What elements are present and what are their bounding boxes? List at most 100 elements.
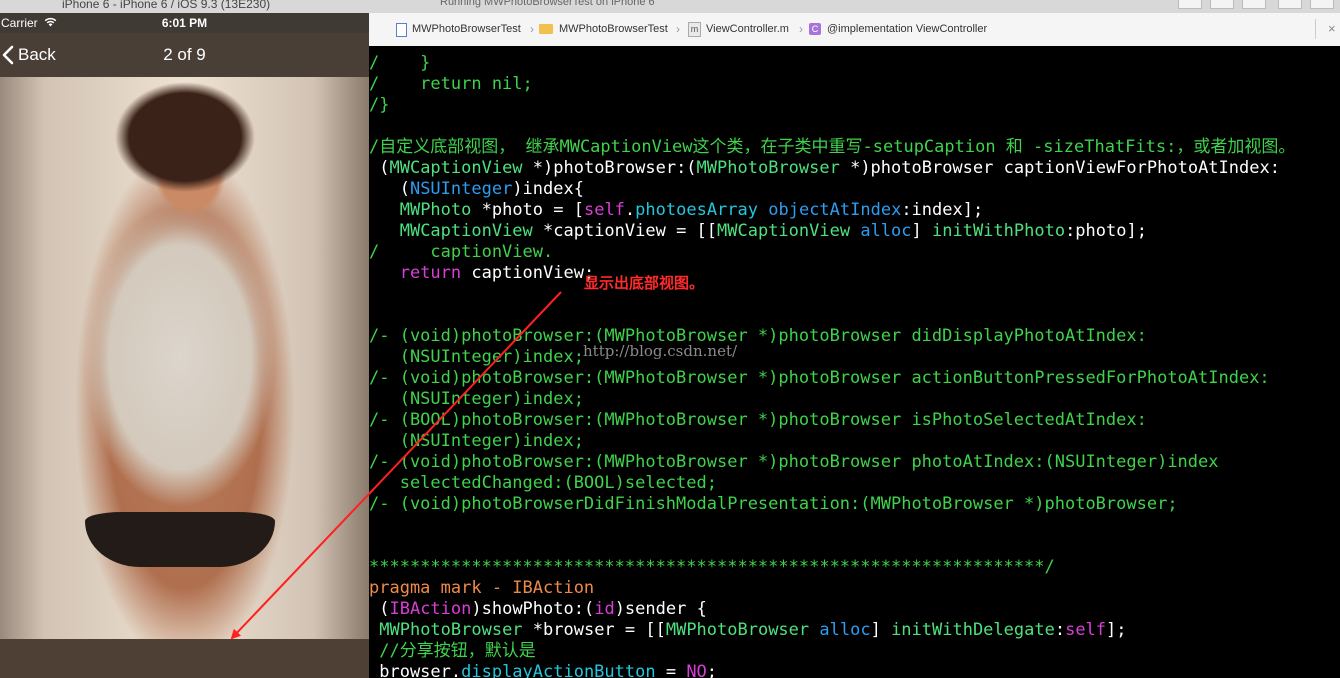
ios-status-bar: Carrier 6:01 PM	[0, 13, 369, 33]
status-time: 6:01 PM	[161, 16, 208, 30]
code-line: //分享按钮，默认是	[369, 641, 1295, 662]
folder-icon	[539, 24, 553, 34]
xcode-run-status: Running MWPhotoBrowserTest on iPhone 6	[440, 0, 655, 8]
code-token: ;	[706, 662, 718, 678]
code-token: /- (BOOL)photoBrowser:(MWPhotoBrowser *)…	[369, 410, 1147, 430]
code-line: browser.displayActionButton = NO;	[369, 662, 1295, 678]
code-token: IBAction	[389, 599, 472, 619]
code-line: (NSUInteger)index;	[369, 431, 1295, 452]
code-editor[interactable]: / } / return nil;/} /自定义底部视图， 继承MWCaption…	[369, 46, 1340, 678]
code-token: )showPhoto:(	[471, 599, 595, 619]
photo-counter-title: 2 of 9	[163, 45, 206, 64]
assistant-editor-button[interactable]	[1242, 0, 1266, 9]
caption-bottom-view	[0, 639, 369, 678]
jumpbar-item-group[interactable]: MWPhotoBrowserTest	[559, 23, 668, 35]
code-token: /自定义底部视图， 继承MWCaptionView这个类，在子类中重写-setu…	[369, 137, 1296, 157]
code-token: (NSUInteger)index;	[369, 431, 584, 451]
editor-mode-button[interactable]	[1178, 0, 1202, 9]
project-file-icon	[396, 23, 407, 37]
code-token: MWPhotoBrowser	[379, 620, 523, 640]
code-line: return captionView;	[369, 263, 1295, 284]
code-line: (IBAction)showPhoto:(id)sender {	[369, 599, 1295, 620]
code-token: objectAtIndex	[768, 200, 902, 220]
code-line: /- (void)photoBrowser:(MWPhotoBrowser *)…	[369, 452, 1295, 473]
code-token: alloc	[819, 620, 871, 640]
code-token: selectedChanged:(BOOL)selected;	[369, 473, 717, 493]
inspector-toggle-button[interactable]	[1310, 0, 1334, 9]
code-token: =	[655, 662, 687, 678]
code-line: selectedChanged:(BOOL)selected;	[369, 473, 1295, 494]
code-token: ]	[911, 221, 932, 241]
code-token: initWithDelegate	[891, 620, 1055, 640]
code-line: / captionView.	[369, 242, 1295, 263]
code-token: pragma mark - IBAction	[369, 578, 595, 598]
chevron-right-icon: ›	[530, 22, 534, 36]
code-token: (NSUInteger)index;	[369, 347, 584, 367]
code-token: )sender {	[614, 599, 707, 619]
watermark: http://blog.csdn.net/	[583, 342, 738, 360]
code-token: ];	[1106, 620, 1127, 640]
code-token: NSUInteger	[409, 179, 513, 199]
code-token: .	[624, 200, 636, 220]
code-token: *captionView = [[	[532, 221, 718, 241]
jumpbar-item-file[interactable]: ViewController.m	[706, 23, 789, 35]
code-token: MWPhoto	[399, 200, 472, 220]
code-token: (	[369, 158, 390, 178]
code-line: MWPhoto *photo = [self.photoesArray obje…	[369, 200, 1295, 221]
photo-detail	[85, 512, 275, 567]
code-line: MWPhotoBrowser *browser = [[MWPhotoBrows…	[369, 620, 1295, 641]
jumpbar-divider	[1315, 19, 1316, 39]
code-token: :photo];	[1065, 221, 1147, 241]
code-token: captionView;	[461, 263, 595, 283]
code-line: (NSUInteger)index;	[369, 389, 1295, 410]
code-line: MWCaptionView *captionView = [[MWCaption…	[369, 221, 1295, 242]
code-token: / }	[369, 53, 431, 73]
code-token: MWCaptionView	[717, 221, 851, 241]
code-token: //分享按钮，默认是	[369, 641, 536, 661]
code-token: MWPhotoBrowser	[665, 620, 810, 640]
code-token: ]	[870, 620, 892, 640]
code-line: /}	[369, 95, 1295, 116]
code-line: (MWCaptionView *)photoBrowser:(MWPhotoBr…	[369, 158, 1295, 179]
code-token: )index{	[512, 179, 584, 199]
code-line: / return nil;	[369, 74, 1295, 95]
navigator-toggle-button[interactable]	[1278, 0, 1302, 9]
code-token: *photo = [	[471, 200, 584, 220]
code-token: /- (void)photoBrowser:(MWPhotoBrowser *)…	[369, 326, 1147, 346]
code-token: NO	[686, 662, 707, 678]
jumpbar-item-project[interactable]: MWPhotoBrowserTest	[412, 23, 521, 35]
code-token: *)photoBrowser:(	[522, 158, 697, 178]
code-token: return	[399, 263, 462, 283]
photo-image[interactable]	[0, 77, 369, 639]
iphone-simulator-screen: Carrier 6:01 PM Back 2 of 9	[0, 13, 369, 678]
annotation-label: 显示出底部视图。	[584, 274, 705, 292]
version-editor-button[interactable]	[1210, 0, 1234, 9]
code-line: /自定义底部视图， 继承MWCaptionView这个类，在子类中重写-setu…	[369, 137, 1295, 158]
code-token: *browser = [[	[522, 620, 666, 640]
code-line: ****************************************…	[369, 557, 1295, 578]
code-token: /- (void)photoBrowserDidFinishModalPrese…	[369, 494, 1178, 514]
code-line: /- (void)photoBrowserDidFinishModalPrese…	[369, 494, 1295, 515]
code-token: (	[369, 179, 410, 199]
chevron-right-icon: ›	[799, 22, 803, 36]
code-line: /- (void)photoBrowser:(MWPhotoBrowser *)…	[369, 326, 1295, 347]
close-editor-icon[interactable]: ×	[1328, 21, 1336, 36]
code-token: /}	[369, 95, 390, 115]
code-token: (NSUInteger)index;	[369, 389, 584, 409]
code-token: MWPhotoBrowser	[696, 158, 840, 178]
code-token: /- (void)photoBrowser:(MWPhotoBrowser *)…	[369, 452, 1219, 472]
code-token: self	[583, 200, 625, 220]
code-token: MWCaptionView	[389, 158, 523, 178]
jumpbar-item-implementation[interactable]: @implementation ViewController	[827, 23, 987, 35]
code-token: /- (void)photoBrowser:(MWPhotoBrowser *)…	[369, 368, 1270, 388]
code-token: initWithPhoto	[932, 221, 1066, 241]
